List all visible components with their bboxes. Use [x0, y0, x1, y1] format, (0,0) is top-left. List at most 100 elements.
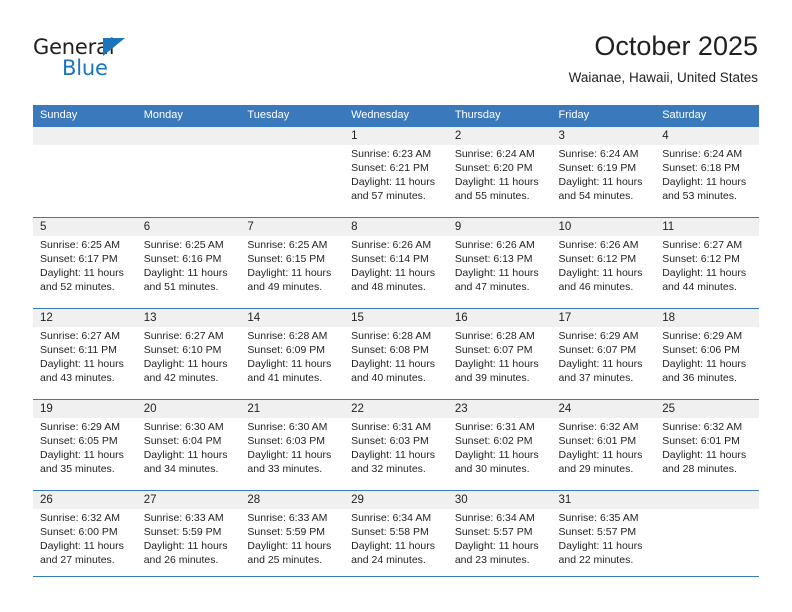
day-detail-line: and 44 minutes. — [662, 281, 737, 294]
day-number[interactable]: 7 — [240, 217, 345, 236]
day-detail-line: Sunrise: 6:35 AM — [558, 512, 639, 524]
day-number[interactable]: 17 — [551, 308, 656, 327]
day-detail-line: Daylight: 11 hours — [454, 540, 539, 553]
day-cell[interactable]: Sunrise: 6:30 AM Sunset: 6:04 PM Daylight:… — [136, 418, 241, 491]
day-cell[interactable]: Sunrise: 6:33 AM Sunset: 5:59 PM Daylight:… — [136, 509, 241, 581]
day-detail-line: Sunrise: 6:31 AM — [351, 421, 432, 433]
day-number[interactable]: 22 — [344, 399, 448, 418]
day-detail-line: Daylight: 11 hours — [558, 358, 643, 371]
day-detail-line: Sunrise: 6:26 AM — [558, 239, 639, 251]
week-daynumber-row: 19 20 21 22 23 24 25 — [33, 399, 759, 418]
day-cell[interactable]: Sunrise: 6:29 AM Sunset: 6:05 PM Daylight:… — [33, 418, 137, 491]
day-cell[interactable]: Sunrise: 6:32 AM Sunset: 6:01 PM Daylight:… — [655, 418, 759, 491]
day-detail-line: and 34 minutes. — [143, 463, 219, 476]
day-detail-line: Sunset: 6:06 PM — [662, 344, 740, 357]
day-number[interactable]: 15 — [344, 308, 448, 327]
day-cell[interactable]: Sunrise: 6:25 AM Sunset: 6:17 PM Daylight:… — [33, 236, 137, 309]
day-cell[interactable]: Sunrise: 6:24 AM Sunset: 6:19 PM Daylight:… — [551, 145, 656, 218]
day-cell[interactable]: Sunrise: 6:24 AM Sunset: 6:18 PM Daylight:… — [655, 145, 759, 218]
day-cell[interactable]: Sunrise: 6:24 AM Sunset: 6:20 PM Daylight:… — [447, 145, 552, 218]
day-cell[interactable]: Sunrise: 6:30 AM Sunset: 6:03 PM Daylight:… — [240, 418, 345, 491]
day-detail-line: Sunset: 6:02 PM — [454, 435, 533, 448]
day-cell[interactable]: Sunrise: 6:27 AM Sunset: 6:10 PM Daylight:… — [136, 327, 241, 400]
day-number[interactable]: 12 — [33, 308, 137, 327]
day-cell[interactable]: Sunrise: 6:31 AM Sunset: 6:02 PM Daylight:… — [447, 418, 552, 491]
day-cell[interactable]: Sunrise: 6:26 AM Sunset: 6:12 PM Daylight:… — [551, 236, 656, 309]
day-number[interactable]: 13 — [136, 308, 241, 327]
day-detail-line: and 36 minutes. — [662, 372, 737, 385]
day-number[interactable]: 24 — [551, 399, 656, 418]
day-cell[interactable]: Sunrise: 6:33 AM Sunset: 5:59 PM Daylight:… — [240, 509, 345, 581]
day-cell[interactable]: Sunrise: 6:32 AM Sunset: 6:01 PM Daylight:… — [551, 418, 656, 491]
day-detail-line: and 32 minutes. — [351, 463, 426, 476]
day-detail-line: Daylight: 11 hours — [662, 449, 747, 462]
day-number[interactable]: 2 — [447, 126, 552, 145]
day-detail-line: and 43 minutes. — [40, 372, 115, 385]
day-detail-line: Sunset: 6:12 PM — [662, 253, 740, 266]
day-number[interactable]: 11 — [655, 217, 759, 236]
day-detail-line: Daylight: 11 hours — [40, 449, 124, 462]
day-detail-line: and 54 minutes. — [558, 190, 634, 203]
calendar-bottom-rule — [33, 576, 759, 578]
day-number[interactable]: 31 — [551, 490, 656, 509]
day-number[interactable]: 20 — [136, 399, 241, 418]
day-number[interactable]: 18 — [655, 308, 759, 327]
day-number[interactable]: 19 — [33, 399, 137, 418]
day-number[interactable]: 1 — [344, 126, 448, 145]
generalblue-logo[interactable]: General Blue — [33, 36, 163, 82]
day-cell[interactable]: Sunrise: 6:25 AM Sunset: 6:15 PM Daylight:… — [240, 236, 345, 309]
day-number[interactable]: 4 — [655, 126, 759, 145]
day-number[interactable]: 27 — [136, 490, 241, 509]
day-detail-line: Sunrise: 6:27 AM — [662, 239, 743, 251]
day-detail-line: Sunset: 6:17 PM — [40, 253, 118, 266]
day-detail-line: Sunset: 6:12 PM — [558, 253, 637, 266]
day-cell[interactable]: Sunrise: 6:28 AM Sunset: 6:08 PM Daylight:… — [344, 327, 448, 400]
day-cell[interactable]: Sunrise: 6:23 AM Sunset: 6:21 PM Daylight:… — [344, 145, 448, 218]
day-number[interactable]: 6 — [136, 217, 241, 236]
day-cell[interactable]: Sunrise: 6:35 AM Sunset: 5:57 PM Daylight:… — [551, 509, 656, 581]
day-detail-line: Sunset: 6:20 PM — [454, 162, 533, 175]
day-cell[interactable]: Sunrise: 6:28 AM Sunset: 6:09 PM Daylight:… — [240, 327, 345, 400]
day-cell[interactable]: Sunrise: 6:32 AM Sunset: 6:00 PM Daylight:… — [33, 509, 137, 581]
day-cell[interactable]: Sunrise: 6:28 AM Sunset: 6:07 PM Daylight:… — [447, 327, 552, 400]
day-cell[interactable]: Sunrise: 6:27 AM Sunset: 6:12 PM Daylight:… — [655, 236, 759, 309]
day-number[interactable]: 16 — [447, 308, 552, 327]
day-number[interactable]: 21 — [240, 399, 345, 418]
day-detail-line: Daylight: 11 hours — [351, 176, 435, 189]
day-cell[interactable]: Sunrise: 6:26 AM Sunset: 6:13 PM Daylight:… — [447, 236, 552, 309]
day-number[interactable]: 23 — [447, 399, 552, 418]
day-number[interactable]: 8 — [344, 217, 448, 236]
day-number[interactable]: 29 — [344, 490, 448, 509]
day-number[interactable]: 30 — [447, 490, 552, 509]
day-number[interactable]: 10 — [551, 217, 656, 236]
day-number[interactable]: 28 — [240, 490, 345, 509]
week-daynumber-row: 5 6 7 8 9 10 11 — [33, 217, 759, 236]
day-detail-line: and 26 minutes. — [143, 554, 219, 567]
day-number[interactable]: 14 — [240, 308, 345, 327]
day-number[interactable]: 3 — [551, 126, 656, 145]
day-number[interactable]: 26 — [33, 490, 137, 509]
day-number[interactable]: 9 — [447, 217, 552, 236]
day-detail-line: Daylight: 11 hours — [247, 449, 332, 462]
day-cell[interactable]: Sunrise: 6:34 AM Sunset: 5:57 PM Daylight:… — [447, 509, 552, 581]
day-cell[interactable]: Sunrise: 6:25 AM Sunset: 6:16 PM Daylight:… — [136, 236, 241, 309]
day-detail-line: Daylight: 11 hours — [40, 358, 124, 371]
day-cell[interactable]: Sunrise: 6:29 AM Sunset: 6:06 PM Daylight:… — [655, 327, 759, 400]
day-cell-empty — [136, 145, 241, 218]
triangle-icon — [103, 38, 125, 56]
day-number[interactable]: 5 — [33, 217, 137, 236]
day-detail-line: Sunrise: 6:29 AM — [558, 330, 639, 342]
day-cell[interactable]: Sunrise: 6:29 AM Sunset: 6:07 PM Daylight:… — [551, 327, 656, 400]
day-cell[interactable]: Sunrise: 6:31 AM Sunset: 6:03 PM Daylight:… — [344, 418, 448, 491]
day-cell[interactable]: Sunrise: 6:34 AM Sunset: 5:58 PM Daylight:… — [344, 509, 448, 581]
day-number[interactable]: 25 — [655, 399, 759, 418]
day-cell[interactable]: Sunrise: 6:26 AM Sunset: 6:14 PM Daylight:… — [344, 236, 448, 309]
day-detail-line: Sunrise: 6:27 AM — [143, 330, 224, 342]
day-detail-line: Daylight: 11 hours — [143, 358, 228, 371]
day-detail-line: and 39 minutes. — [454, 372, 530, 385]
day-detail-line: Sunset: 5:57 PM — [558, 526, 637, 539]
day-detail-line: and 41 minutes. — [247, 372, 323, 385]
day-number-empty — [136, 126, 241, 145]
day-detail-line: Sunset: 6:07 PM — [558, 344, 637, 357]
day-cell[interactable]: Sunrise: 6:27 AM Sunset: 6:11 PM Daylight:… — [33, 327, 137, 400]
